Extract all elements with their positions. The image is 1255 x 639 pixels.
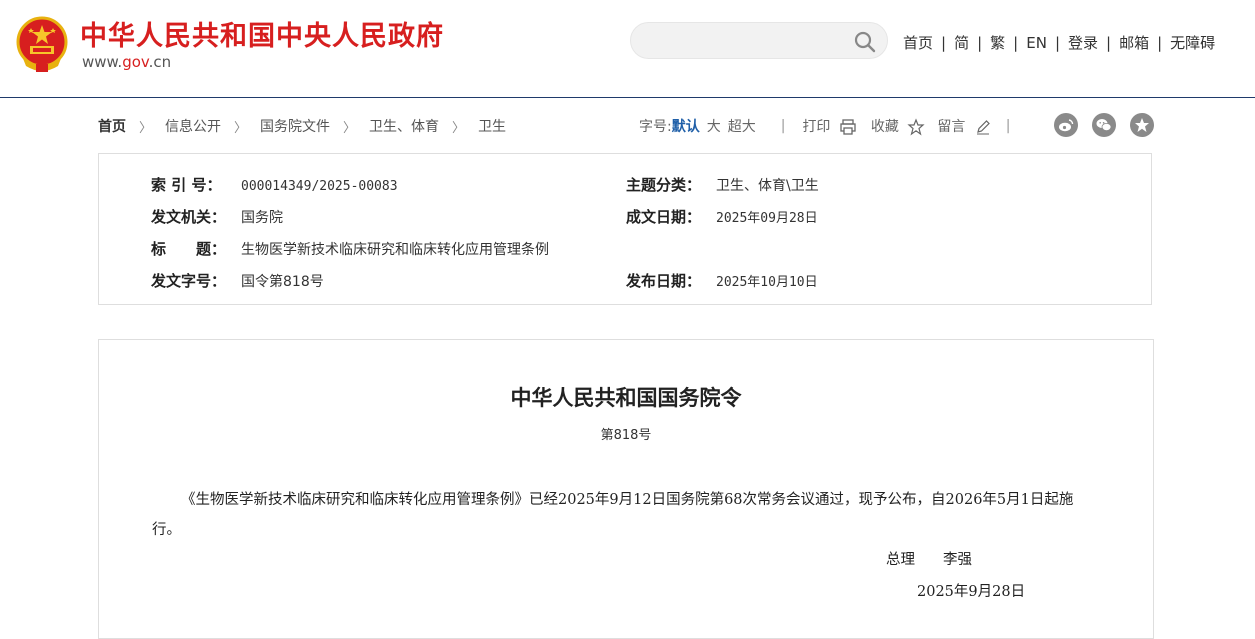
search-icon[interactable] [853, 30, 877, 54]
font-size-large[interactable]: 大 [707, 116, 721, 136]
site-url-prefix: www. [82, 53, 123, 71]
tools-separator: | [780, 118, 786, 134]
document-number: 第818号 [600, 428, 652, 443]
meta-issuer: 发文机关： 国务院 [151, 206, 283, 227]
chevron-right-icon: 〉 [234, 120, 248, 136]
nav-accessibility[interactable]: 无障碍 [1170, 32, 1215, 53]
nav-separator: | [941, 33, 947, 52]
favorite-star-icon[interactable] [1130, 113, 1154, 137]
breadcrumb: 首页 〉 信息公开 〉 国务院文件 〉 卫生、体育 〉 卫生 [98, 116, 506, 136]
meta-label: 主题分类： [626, 176, 702, 194]
breadcrumb-home[interactable]: 首页 [98, 116, 126, 136]
site-title[interactable]: 中华人民共和国中央人民政府 [80, 14, 444, 53]
weibo-glyph [1059, 119, 1074, 132]
star-outline-icon [907, 118, 925, 136]
top-nav: 首页 | 简 | 繁 | EN | 登录 | 邮箱 | 无障碍 [903, 32, 1215, 53]
font-size-xlarge[interactable]: 超大 [728, 116, 756, 136]
meta-value: 国令第818号 [241, 274, 324, 290]
meta-label: 发布日期： [626, 272, 702, 290]
nav-separator: | [977, 33, 983, 52]
meta-value: 000014349/2025-00083 [241, 179, 398, 194]
document-body: 《生物医学新技术临床研究和临床转化应用管理条例》已经2025年9月12日国务院第… [152, 492, 1074, 538]
meta-value: 卫生、体育\卫生 [716, 178, 819, 194]
nav-mail[interactable]: 邮箱 [1119, 32, 1149, 53]
printer-icon [840, 119, 856, 135]
breadcrumb-state-council-docs[interactable]: 国务院文件 [260, 116, 330, 136]
signer-name: 李强 [943, 552, 972, 568]
nav-traditional[interactable]: 繁 [990, 32, 1005, 53]
meta-label: 发文机关： [151, 208, 227, 226]
font-size-default[interactable]: 默认 [672, 116, 700, 136]
print-button[interactable]: 打印 [802, 116, 856, 136]
meta-title: 标 题： 生物医学新技术临床研究和临床转化应用管理条例 [151, 238, 549, 259]
search-input[interactable] [649, 29, 853, 55]
meta-value: 2025年10月10日 [716, 275, 818, 290]
weibo-icon[interactable] [1054, 113, 1078, 137]
national-emblem-icon[interactable] [16, 16, 68, 74]
chevron-right-icon: 〉 [139, 120, 153, 136]
meta-value: 国务院 [241, 210, 283, 226]
document-title: 中华人民共和国国务院令 [510, 385, 742, 410]
nav-english[interactable]: EN [1026, 34, 1047, 52]
nav-home[interactable]: 首页 [903, 32, 933, 53]
meta-index-no: 索 引 号： 000014349/2025-00083 [151, 174, 398, 195]
nav-simplified[interactable]: 简 [954, 32, 969, 53]
favorite-button[interactable]: 收藏 [871, 116, 925, 136]
breadcrumb-health[interactable]: 卫生 [478, 116, 506, 136]
comment-label: 留言 [937, 119, 966, 135]
tools-separator: | [1005, 118, 1011, 134]
document-meta-table: 索 引 号： 000014349/2025-00083 主题分类： 卫生、体育\卫生… [98, 153, 1152, 305]
comment-button[interactable]: 留言 [937, 116, 991, 136]
meta-label: 发文字号： [151, 272, 227, 290]
breadcrumb-health-sports[interactable]: 卫生、体育 [369, 116, 439, 136]
document-signature: 总理 李强 [886, 548, 972, 569]
print-label: 打印 [802, 119, 831, 135]
nav-separator: | [1013, 33, 1019, 52]
meta-label: 标 题： [151, 240, 227, 258]
site-url-gov: gov [122, 53, 149, 71]
nav-separator: | [1157, 33, 1163, 52]
document-date: 2025年9月28日 [917, 584, 1026, 600]
breadcrumb-info-public[interactable]: 信息公开 [165, 116, 221, 136]
meta-written-date: 成文日期： 2025年09月28日 [626, 206, 818, 227]
font-size-label: 字号: [639, 119, 672, 135]
site-url-suffix: .cn [148, 53, 172, 71]
document-content: 中华人民共和国国务院令 第818号 《生物医学新技术临床研究和临床转化应用管理条… [98, 339, 1154, 639]
site-header: 中华人民共和国中央人民政府 www.gov.cn 首页 | 简 | 繁 | EN… [0, 0, 1255, 98]
meta-topic: 主题分类： 卫生、体育\卫生 [626, 174, 819, 195]
star-glyph [1135, 118, 1149, 132]
wechat-glyph [1096, 119, 1112, 131]
site-url[interactable]: www.gov.cn [82, 53, 171, 71]
nav-login[interactable]: 登录 [1068, 32, 1098, 53]
meta-value: 生物医学新技术临床研究和临床转化应用管理条例 [241, 242, 549, 258]
meta-publish-date: 发布日期： 2025年10月10日 [626, 270, 818, 291]
signer-title: 总理 [886, 552, 915, 568]
favorite-label: 收藏 [870, 119, 899, 135]
meta-value: 2025年09月28日 [716, 211, 818, 226]
meta-doc-no: 发文字号： 国令第818号 [151, 270, 324, 291]
meta-label: 成文日期： [626, 208, 702, 226]
search-box [630, 22, 888, 59]
chevron-right-icon: 〉 [343, 120, 357, 136]
nav-separator: | [1106, 33, 1112, 52]
wechat-icon[interactable] [1092, 113, 1116, 137]
page-tools: 字号: 默认 大 超大 | 打印 收藏 留言 | [639, 116, 1011, 136]
nav-separator: | [1054, 33, 1060, 52]
pencil-icon [976, 120, 990, 135]
meta-label: 索 引 号： [151, 176, 222, 194]
chevron-right-icon: 〉 [452, 120, 466, 136]
